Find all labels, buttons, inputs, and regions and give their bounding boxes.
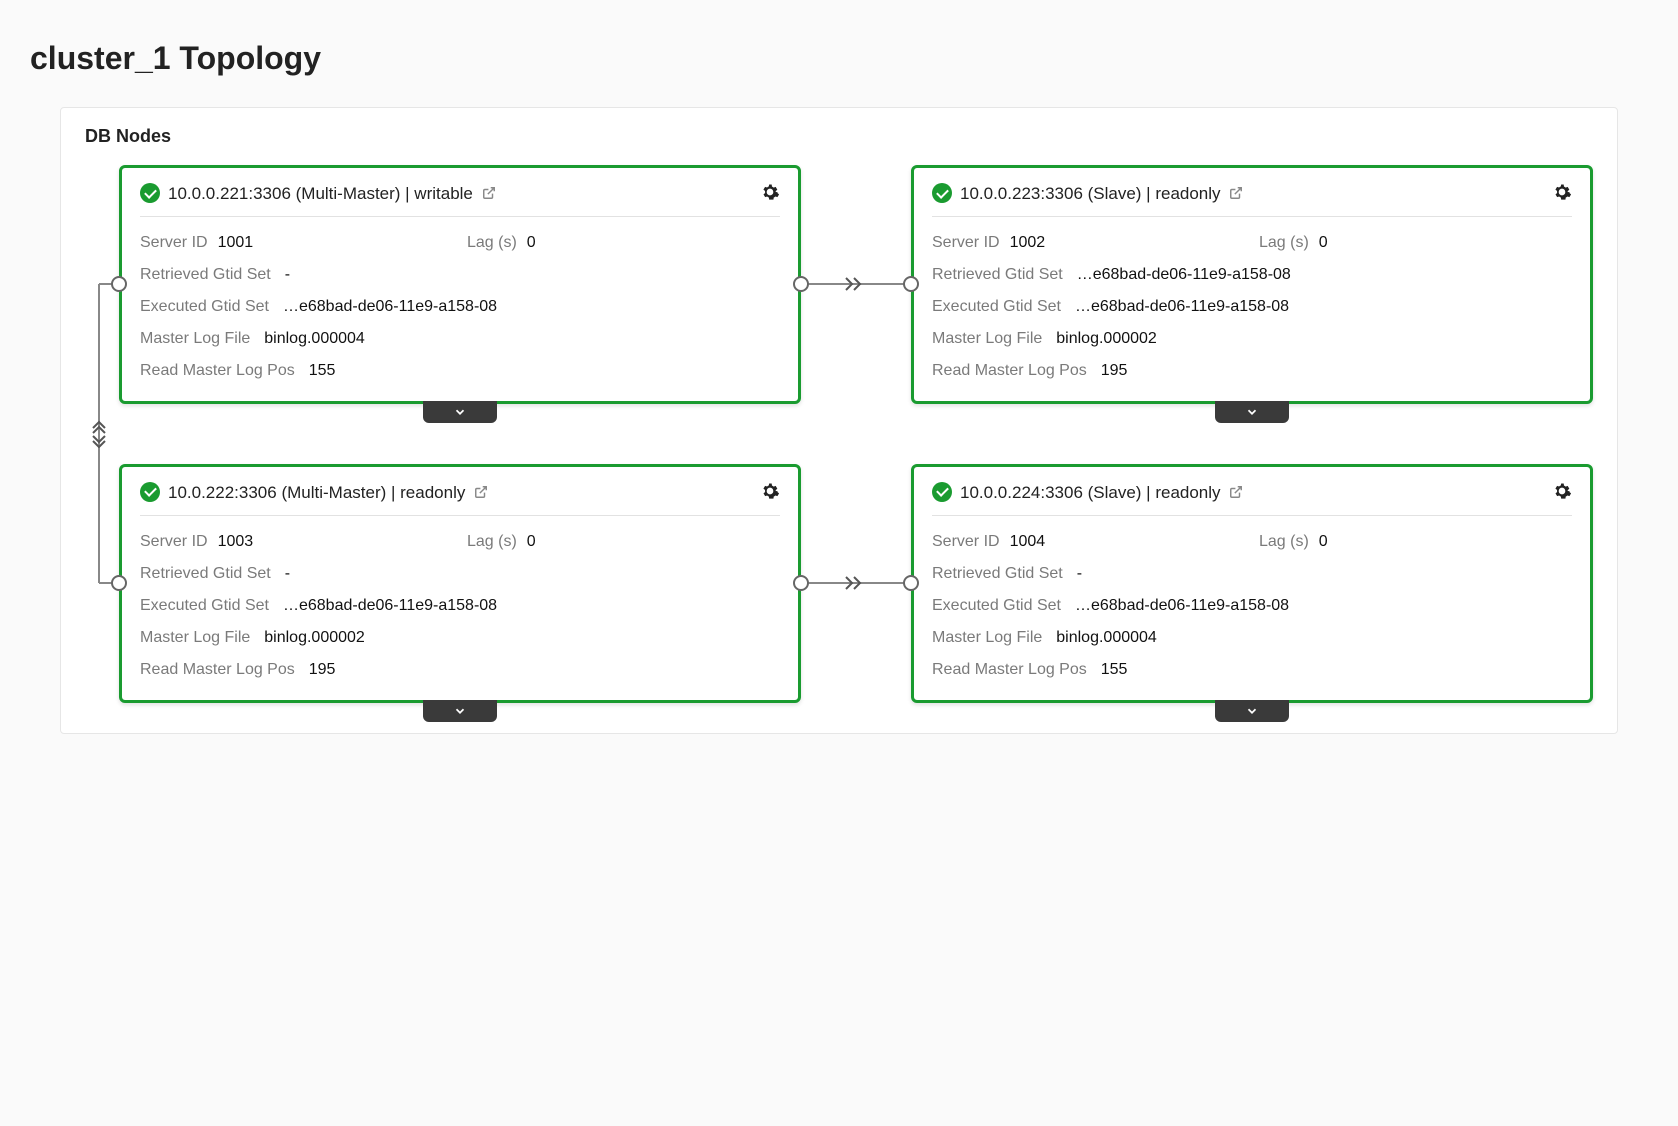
db-node-master-1: 10.0.0.221:3306 (Multi-Master) | writabl… xyxy=(119,165,801,404)
db-nodes-panel: DB Nodes 10.0.0.221:3306 (Multi-Master) … xyxy=(60,107,1618,734)
node-title: 10.0.0.221:3306 (Multi-Master) | writabl… xyxy=(168,182,752,206)
node-body: Server ID 1002 Lag (s) 0 Retrieved Gtid Se… xyxy=(932,227,1572,387)
panel-title: DB Nodes xyxy=(85,126,1593,147)
page-title: cluster_1 Topology xyxy=(30,40,1648,77)
executed-gtid-value: …e68bad-de06-11e9-a158-08 xyxy=(283,291,497,323)
retrieved-gtid-label: Retrieved Gtid Set xyxy=(932,558,1063,590)
master-log-file-label: Master Log File xyxy=(932,622,1042,654)
server-id-value: 1003 xyxy=(218,526,254,558)
connector-endpoint xyxy=(793,276,809,292)
server-id-value: 1002 xyxy=(1010,227,1046,259)
db-node-slave-1: 10.0.0.223:3306 (Slave) | readonly Serve… xyxy=(911,165,1593,404)
executed-gtid-label: Executed Gtid Set xyxy=(932,291,1061,323)
settings-icon[interactable] xyxy=(1552,182,1572,202)
executed-gtid-label: Executed Gtid Set xyxy=(932,590,1061,622)
read-master-log-pos-label: Read Master Log Pos xyxy=(140,355,295,387)
read-master-log-pos-label: Read Master Log Pos xyxy=(140,654,295,686)
node-header: 10.0.0.223:3306 (Slave) | readonly xyxy=(932,182,1572,217)
status-ok-icon xyxy=(932,183,952,203)
lag-value: 0 xyxy=(1319,227,1328,259)
server-id-value: 1004 xyxy=(1010,526,1046,558)
master-log-file-label: Master Log File xyxy=(932,323,1042,355)
executed-gtid-value: …e68bad-de06-11e9-a158-08 xyxy=(1075,291,1289,323)
retrieved-gtid-label: Retrieved Gtid Set xyxy=(140,558,271,590)
nodes-grid: 10.0.0.221:3306 (Multi-Master) | writabl… xyxy=(85,165,1593,703)
executed-gtid-label: Executed Gtid Set xyxy=(140,291,269,323)
db-node-slave-2: 10.0.0.224:3306 (Slave) | readonly Serve… xyxy=(911,464,1593,703)
node-title: 10.0.222:3306 (Multi-Master) | readonly xyxy=(168,481,752,505)
lag-label: Lag (s) xyxy=(467,227,517,259)
read-master-log-pos-value: 195 xyxy=(1101,355,1128,387)
server-id-label: Server ID xyxy=(140,227,208,259)
node-header: 10.0.0.224:3306 (Slave) | readonly xyxy=(932,481,1572,516)
node-title-text: 10.0.222:3306 (Multi-Master) | readonly xyxy=(168,483,465,502)
lag-value: 0 xyxy=(1319,526,1328,558)
lag-value: 0 xyxy=(527,526,536,558)
connector-endpoint xyxy=(793,575,809,591)
server-id-label: Server ID xyxy=(140,526,208,558)
status-ok-icon xyxy=(140,482,160,502)
expand-toggle[interactable] xyxy=(423,700,497,722)
retrieved-gtid-value: …e68bad-de06-11e9-a158-08 xyxy=(1077,259,1291,291)
master-log-file-label: Master Log File xyxy=(140,622,250,654)
read-master-log-pos-label: Read Master Log Pos xyxy=(932,654,1087,686)
read-master-log-pos-value: 155 xyxy=(309,355,336,387)
node-body: Server ID 1001 Lag (s) 0 Retrieved Gtid Se… xyxy=(140,227,780,387)
settings-icon[interactable] xyxy=(760,182,780,202)
executed-gtid-value: …e68bad-de06-11e9-a158-08 xyxy=(283,590,497,622)
executed-gtid-label: Executed Gtid Set xyxy=(140,590,269,622)
node-title: 10.0.0.224:3306 (Slave) | readonly xyxy=(960,481,1544,505)
node-title-text: 10.0.0.224:3306 (Slave) | readonly xyxy=(960,483,1221,502)
executed-gtid-value: …e68bad-de06-11e9-a158-08 xyxy=(1075,590,1289,622)
node-header: 10.0.0.221:3306 (Multi-Master) | writabl… xyxy=(140,182,780,217)
node-body: Server ID 1004 Lag (s) 0 Retrieved Gtid Se… xyxy=(932,526,1572,686)
expand-toggle[interactable] xyxy=(423,401,497,423)
server-id-label: Server ID xyxy=(932,227,1000,259)
server-id-label: Server ID xyxy=(932,526,1000,558)
lag-label: Lag (s) xyxy=(1259,526,1309,558)
server-id-value: 1001 xyxy=(218,227,254,259)
lag-value: 0 xyxy=(527,227,536,259)
master-log-file-value: binlog.000002 xyxy=(264,622,365,654)
chevron-updown-icon xyxy=(91,420,107,448)
node-title-text: 10.0.0.221:3306 (Multi-Master) | writabl… xyxy=(168,184,473,203)
node-header: 10.0.222:3306 (Multi-Master) | readonly xyxy=(140,481,780,516)
master-log-file-value: binlog.000002 xyxy=(1056,323,1157,355)
master-log-file-label: Master Log File xyxy=(140,323,250,355)
settings-icon[interactable] xyxy=(1552,481,1572,501)
external-link-icon[interactable] xyxy=(474,485,488,499)
chevron-right-icon xyxy=(844,276,868,292)
read-master-log-pos-label: Read Master Log Pos xyxy=(932,355,1087,387)
node-title-text: 10.0.0.223:3306 (Slave) | readonly xyxy=(960,184,1221,203)
master-log-file-value: binlog.000004 xyxy=(264,323,365,355)
expand-toggle[interactable] xyxy=(1215,700,1289,722)
read-master-log-pos-value: 195 xyxy=(309,654,336,686)
lag-label: Lag (s) xyxy=(467,526,517,558)
external-link-icon[interactable] xyxy=(1229,485,1243,499)
status-ok-icon xyxy=(140,183,160,203)
master-log-file-value: binlog.000004 xyxy=(1056,622,1157,654)
status-ok-icon xyxy=(932,482,952,502)
node-title: 10.0.0.223:3306 (Slave) | readonly xyxy=(960,182,1544,206)
node-body: Server ID 1003 Lag (s) 0 Retrieved Gtid Se… xyxy=(140,526,780,686)
retrieved-gtid-value: - xyxy=(285,259,290,291)
settings-icon[interactable] xyxy=(760,481,780,501)
retrieved-gtid-label: Retrieved Gtid Set xyxy=(932,259,1063,291)
read-master-log-pos-value: 155 xyxy=(1101,654,1128,686)
retrieved-gtid-label: Retrieved Gtid Set xyxy=(140,259,271,291)
lag-label: Lag (s) xyxy=(1259,227,1309,259)
external-link-icon[interactable] xyxy=(1229,186,1243,200)
retrieved-gtid-value: - xyxy=(285,558,290,590)
chevron-right-icon xyxy=(844,575,868,591)
db-node-master-2: 10.0.222:3306 (Multi-Master) | readonly … xyxy=(119,464,801,703)
expand-toggle[interactable] xyxy=(1215,401,1289,423)
external-link-icon[interactable] xyxy=(482,186,496,200)
retrieved-gtid-value: - xyxy=(1077,558,1082,590)
